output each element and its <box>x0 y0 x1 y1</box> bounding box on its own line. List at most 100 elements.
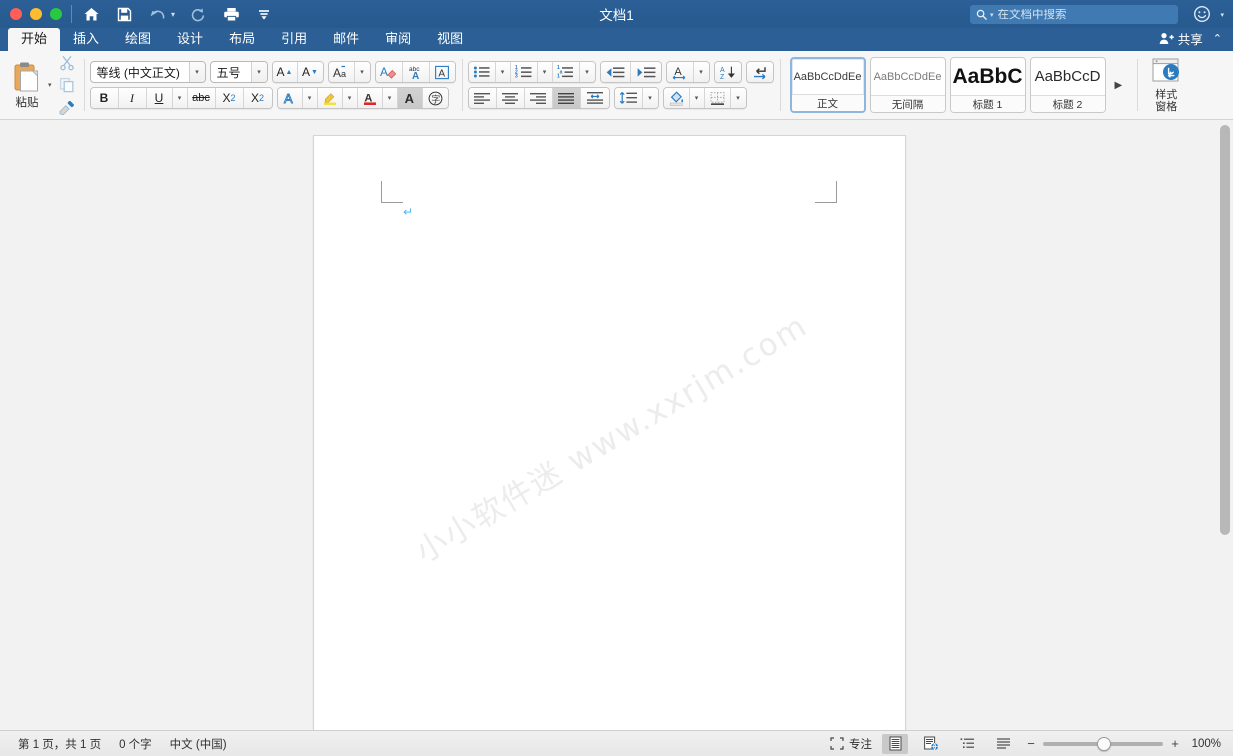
italic-button[interactable]: I <box>118 88 147 108</box>
strikethrough-button[interactable]: abc <box>187 88 216 108</box>
numbering-caret[interactable]: ▾ <box>537 62 553 82</box>
window-controls[interactable] <box>0 8 62 20</box>
tab-design[interactable]: 设计 <box>164 28 216 51</box>
search-box[interactable]: ▾ <box>970 5 1178 24</box>
shading-button[interactable] <box>663 88 690 108</box>
page-number-status[interactable]: 第 1 页，共 1 页 <box>18 736 101 752</box>
print-icon[interactable] <box>221 4 241 24</box>
search-input[interactable] <box>997 8 1172 21</box>
align-left-button[interactable] <box>468 88 497 108</box>
language-status[interactable]: 中文 (中国) <box>170 736 227 752</box>
tab-layout[interactable]: 布局 <box>216 28 268 51</box>
smiley-icon[interactable] <box>1193 5 1211 23</box>
undo-dropdown-caret[interactable]: ▾ <box>171 10 175 19</box>
search-scope-caret[interactable]: ▾ <box>990 11 994 19</box>
vertical-scrollbar[interactable] <box>1220 125 1230 725</box>
outline-view-button[interactable] <box>954 734 980 754</box>
shading-caret[interactable]: ▾ <box>689 88 705 108</box>
align-center-button[interactable] <box>496 88 525 108</box>
styles-pane-button[interactable]: 样式 窗格 <box>1143 57 1189 113</box>
superscript-button[interactable]: X2 <box>243 88 272 108</box>
cut-button[interactable] <box>56 54 78 73</box>
customize-toolbar-icon[interactable] <box>254 4 274 24</box>
style-card-no-spacing[interactable]: AaBbCcDdEe 无间隔 <box>869 57 946 113</box>
numbering-button[interactable]: 1 2 3 <box>510 62 538 82</box>
copy-button[interactable] <box>56 76 78 95</box>
zoom-slider[interactable] <box>1043 736 1163 751</box>
change-case-button[interactable]: A a <box>328 62 355 82</box>
account-dropdown-caret[interactable]: ▾ <box>1220 11 1224 19</box>
tab-mailings[interactable]: 邮件 <box>320 28 372 51</box>
distributed-button[interactable] <box>580 88 609 108</box>
borders-button[interactable] <box>704 88 731 108</box>
minimize-window-button[interactable] <box>30 8 42 20</box>
word-count-status[interactable]: 0 个字 <box>119 736 152 752</box>
text-shading-button[interactable]: A <box>397 88 423 108</box>
style-gallery-more-button[interactable]: ▶ <box>1110 80 1128 91</box>
undo-icon[interactable] <box>147 4 167 24</box>
document-canvas[interactable]: ↵ 小小软件迷 www.xxrjm.com <box>0 120 1233 730</box>
redo-icon[interactable] <box>188 4 208 24</box>
align-justify-button[interactable] <box>552 88 581 108</box>
underline-caret[interactable]: ▾ <box>172 88 188 108</box>
align-right-button[interactable] <box>524 88 553 108</box>
shrink-font-button[interactable]: A ▼ <box>297 62 323 82</box>
font-size-combo[interactable]: 五号 ▾ <box>209 61 268 83</box>
font-size-caret[interactable]: ▾ <box>250 62 267 82</box>
chevron-up-icon[interactable]: ⌃ <box>1210 32 1225 45</box>
phonetic-guide-button[interactable]: abc A <box>402 62 430 82</box>
paste-button[interactable]: 粘贴 <box>6 61 48 110</box>
save-icon[interactable] <box>114 4 134 24</box>
zoom-slider-knob[interactable] <box>1097 736 1111 751</box>
web-layout-view-button[interactable] <box>918 734 944 754</box>
close-window-button[interactable] <box>10 8 22 20</box>
line-spacing-caret[interactable]: ▾ <box>642 88 658 108</box>
style-card-heading-2[interactable]: AaBbCcD 标题 2 <box>1029 57 1106 113</box>
multilevel-list-caret[interactable]: ▾ <box>579 62 595 82</box>
bold-button[interactable]: B <box>90 88 119 108</box>
tab-home[interactable]: 开始 <box>8 28 61 51</box>
underline-button[interactable]: U <box>146 88 173 108</box>
text-effects-caret[interactable]: ▾ <box>302 88 318 108</box>
text-effects-button[interactable]: A <box>277 88 303 108</box>
character-border-button[interactable]: A <box>429 62 455 82</box>
bullets-caret[interactable]: ▾ <box>495 62 511 82</box>
zoom-level-label[interactable]: 100% <box>1187 738 1221 750</box>
format-painter-button[interactable] <box>56 98 78 117</box>
increase-indent-button[interactable] <box>630 62 661 82</box>
font-color-button[interactable]: A <box>357 88 383 108</box>
show-paragraph-marks-button[interactable] <box>746 62 773 82</box>
tab-insert[interactable]: 插入 <box>60 28 112 51</box>
clear-formatting-button[interactable]: A <box>375 62 403 82</box>
font-name-caret[interactable]: ▾ <box>188 62 205 82</box>
subscript-button[interactable]: X2 <box>215 88 244 108</box>
enclose-characters-button[interactable]: 字 <box>422 88 448 108</box>
draft-view-button[interactable] <box>990 734 1016 754</box>
share-button[interactable]: 共享 <box>1159 29 1203 48</box>
home-icon[interactable] <box>81 4 101 24</box>
print-layout-view-button[interactable] <box>882 733 908 754</box>
vertical-scrollbar-thumb[interactable] <box>1220 125 1230 535</box>
grow-font-button[interactable]: A ▲ <box>272 62 298 82</box>
bullets-button[interactable] <box>468 62 496 82</box>
sort-button[interactable]: A Z <box>714 62 741 82</box>
document-page[interactable]: ↵ 小小软件迷 www.xxrjm.com <box>313 135 906 730</box>
maximize-window-button[interactable] <box>50 8 62 20</box>
font-name-combo[interactable]: 等线 (中文正文) ▾ <box>89 61 206 83</box>
text-direction-caret[interactable]: ▾ <box>693 62 709 82</box>
line-spacing-button[interactable] <box>614 88 643 108</box>
borders-caret[interactable]: ▾ <box>730 88 746 108</box>
tab-references[interactable]: 引用 <box>268 28 320 51</box>
font-color-caret[interactable]: ▾ <box>382 88 398 108</box>
tab-draw[interactable]: 绘图 <box>112 28 164 51</box>
tab-view[interactable]: 视图 <box>424 28 476 51</box>
change-case-caret[interactable]: ▾ <box>354 62 370 82</box>
style-card-normal[interactable]: AaBbCcDdEe 正文 <box>789 57 866 113</box>
focus-mode-button[interactable]: 专注 <box>830 736 872 752</box>
text-direction-button[interactable]: A <box>666 62 694 82</box>
tab-review[interactable]: 审阅 <box>372 28 424 51</box>
decrease-indent-button[interactable] <box>600 62 631 82</box>
style-card-heading-1[interactable]: AaBbC 标题 1 <box>949 57 1026 113</box>
highlight-caret[interactable]: ▾ <box>342 88 358 108</box>
highlight-button[interactable] <box>317 88 343 108</box>
